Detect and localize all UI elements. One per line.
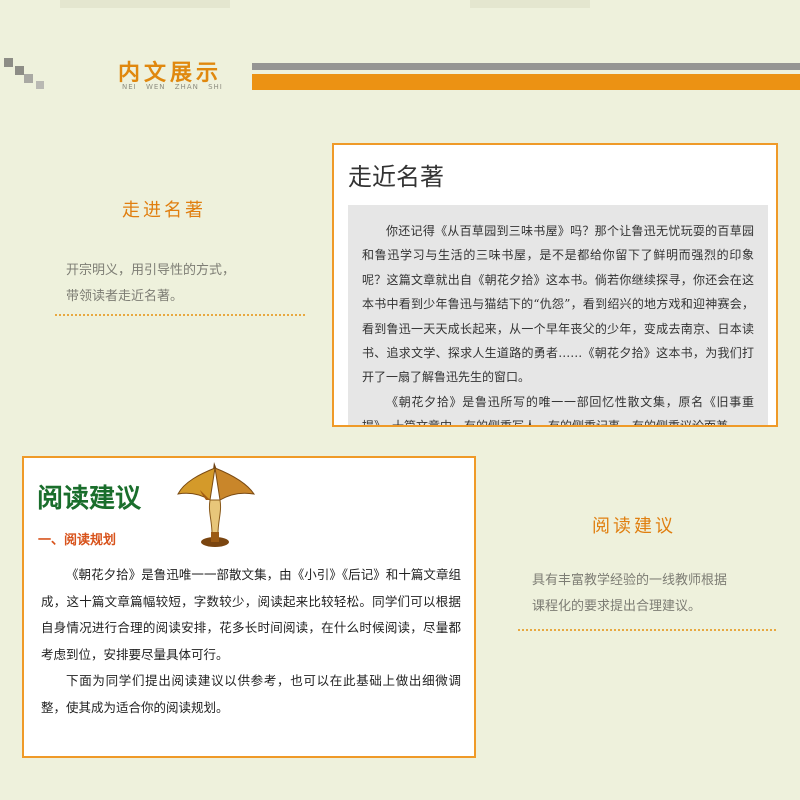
side-desc-yuedu: 具有丰富教学经验的一线教师根据 课程化的要求提出合理建议。 bbox=[532, 568, 727, 620]
paragraph: 你还记得《从百草园到三味书屋》吗？那个让鲁迅无忧玩耍的百草园和鲁迅学习与生活的三… bbox=[362, 224, 754, 385]
section-header-pinyin: NEI WEN ZHAN SHI bbox=[122, 83, 223, 91]
panel-body: 《朝花夕拾》是鲁迅唯一一部散文集，由《小引》《后记》和十篇文章组成，这十篇文章篇… bbox=[41, 562, 461, 721]
header-grey-bar bbox=[252, 63, 800, 70]
side-desc-line: 具有丰富教学经验的一线教师根据 bbox=[532, 573, 728, 588]
panel-subtitle: 一、阅读规划 bbox=[38, 533, 117, 548]
header-orange-bar bbox=[252, 74, 800, 90]
side-desc-line: 带领读者走近名著。 bbox=[66, 289, 184, 304]
side-desc-line: 开宗明义，用引导性的方式， bbox=[66, 263, 236, 278]
lamp-icon bbox=[177, 462, 256, 547]
side-desc-zoujin: 开宗明义，用引导性的方式， 带领读者走近名著。 bbox=[66, 258, 235, 310]
top-strip bbox=[0, 0, 800, 10]
paragraph: 《朝花夕拾》是鲁迅唯一一部散文集，由《小引》《后记》和十篇文章组成，这十篇文章篇… bbox=[41, 567, 461, 662]
side-desc-line: 课程化的要求提出合理建议。 bbox=[532, 599, 702, 614]
side-title-yuedu: 阅读建议 bbox=[592, 516, 676, 537]
dotted-divider bbox=[55, 314, 305, 316]
panel-title: 阅读建议 bbox=[37, 484, 142, 514]
paragraph: 《朝花夕拾》是鲁迅所写的唯一一部回忆性散文集，原名《旧事重提》，十篇文章中，有的… bbox=[362, 394, 754, 427]
side-title-zoujin: 走进名著 bbox=[122, 200, 206, 221]
dotted-divider bbox=[518, 629, 776, 631]
panel-title: 走近名著 bbox=[348, 163, 444, 191]
panel-body: 你还记得《从百草园到三味书屋》吗？那个让鲁迅无忧玩耍的百草园和鲁迅学习与生活的三… bbox=[348, 205, 768, 427]
paragraph: 下面为同学们提出阅读建议以供参考，也可以在此基础上做出细微调整，使其成为适合你的… bbox=[41, 673, 461, 715]
excerpt-panel-zoujin: 走近名著 你还记得《从百草园到三味书屋》吗？那个让鲁迅无忧玩耍的百草园和鲁迅学习… bbox=[332, 143, 778, 427]
